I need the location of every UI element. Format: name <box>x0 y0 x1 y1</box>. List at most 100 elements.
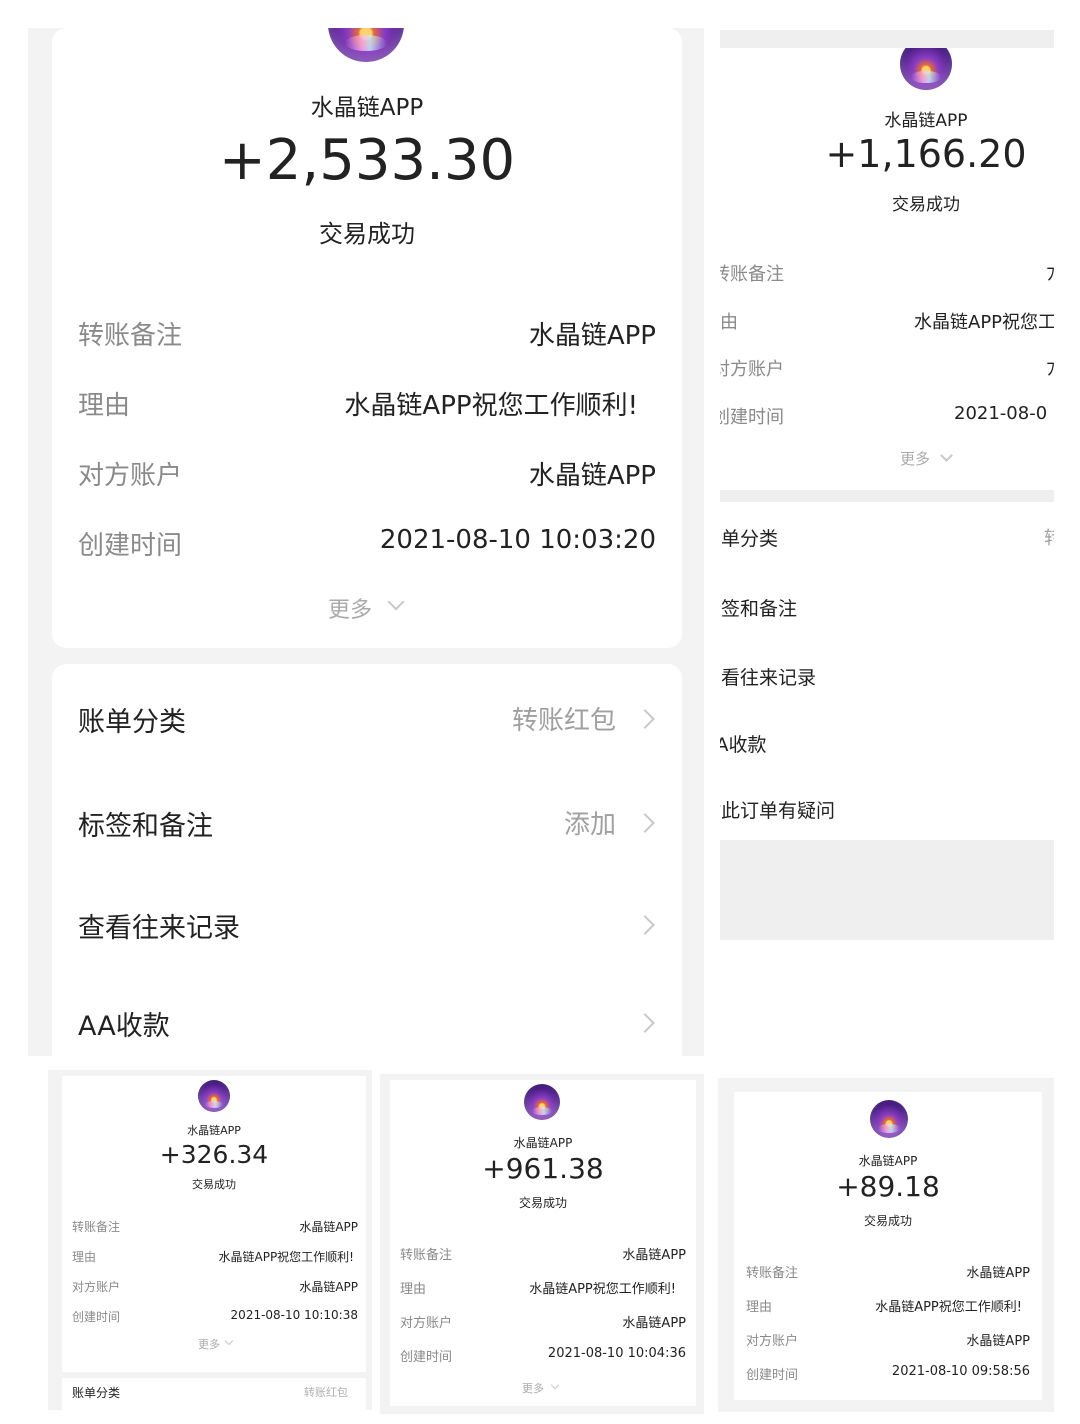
transaction-card-3: 水晶链APP +326.34 交易成功 转账备注 水晶链APP 理由 水晶链AP… <box>62 1076 366 1372</box>
row-value: ﾌ <box>1046 359 1054 380</box>
transaction-card-4: 水晶链APP +961.38 交易成功 转账备注 水晶链APP 理由 水晶链AP… <box>390 1080 696 1406</box>
row-value: 水晶链APP <box>299 1280 358 1294</box>
menu-item-bill-category[interactable]: 账单分类 转账红包 <box>62 1384 366 1404</box>
amount: +326.34 <box>159 1140 269 1169</box>
menu-item-history[interactable]: 查看往来记录 <box>720 663 1054 697</box>
menu-item-bill-category[interactable]: 账单分类 转账红包 <box>52 684 682 754</box>
menu-item-tags-notes[interactable]: 标签和备注 <box>720 594 1054 628</box>
status-text: 交易成功 <box>863 1214 912 1228</box>
row-label: 转账备注 <box>720 264 784 285</box>
row-value: 2021-08-10 10:04:36 <box>547 1346 686 1361</box>
row-label: 创建时间 <box>746 1368 799 1383</box>
more-button[interactable]: 更多 <box>196 1336 246 1354</box>
merchant-name: 水晶链APP <box>187 1124 241 1137</box>
row-label: 转账备注 <box>78 321 183 351</box>
chevron-right-icon <box>635 915 655 935</box>
row-label: 创建时间 <box>400 1350 453 1365</box>
menu-item-tags-notes[interactable]: 标签和备注 添加 <box>52 788 682 858</box>
merchant-name: 水晶链APP <box>858 1154 918 1168</box>
panel-2-bottom-area <box>720 840 1054 940</box>
amount: +2,533.30 <box>218 128 516 193</box>
more-label: 更多 <box>522 1382 544 1395</box>
status-text: 交易成功 <box>892 195 960 215</box>
row-value: 2021-08-0 <box>954 403 1048 424</box>
row-label: 对方账户 <box>720 359 784 380</box>
panel-2-top-strip <box>720 30 1054 48</box>
more-label: 更多 <box>328 598 373 623</box>
merchant-avatar-icon <box>524 1084 560 1120</box>
row-label: 转账备注 <box>746 1266 799 1281</box>
row-value: 2021-08-10 09:58:56 <box>891 1364 1030 1379</box>
merchant-name: 水晶链APP <box>884 111 968 131</box>
row-label: 转账备注 <box>72 1220 121 1234</box>
row-label: 对方账户 <box>746 1334 799 1349</box>
chevron-down-icon <box>940 449 953 462</box>
amount: +1,166.20 <box>825 132 1027 176</box>
menu-item-aa-collect[interactable]: AA收款 <box>52 988 682 1054</box>
menu-label: 对此订单有疑问 <box>720 800 836 822</box>
menu-label: 查看往来记录 <box>720 667 817 689</box>
chevron-down-icon <box>550 1380 560 1390</box>
merchant-avatar-icon <box>900 48 952 90</box>
row-value: 2021-08-10 10:03:20 <box>379 525 656 555</box>
row-label: 理由 <box>72 1250 97 1264</box>
row-value: 水晶链APP <box>622 1248 686 1263</box>
amount: +89.18 <box>836 1170 940 1203</box>
row-value: 水晶链APP祝您工作顺利! <box>218 1250 355 1264</box>
transaction-card-5: 水晶链APP +89.18 交易成功 转账备注 水晶链APP 理由 水晶链APP… <box>734 1092 1042 1400</box>
more-button[interactable]: 更多 <box>520 1380 570 1398</box>
chevron-right-icon <box>635 813 655 833</box>
status-text: 交易成功 <box>518 1196 567 1210</box>
menu-label: AA收款 <box>78 1011 170 1042</box>
menu-label: 标签和备注 <box>720 598 798 620</box>
row-value: 水晶链APP祝您工作顺利! <box>344 391 638 421</box>
row-label: 转账备注 <box>400 1248 453 1263</box>
menu-label: AA收款 <box>720 734 767 756</box>
menu-item-bill-category[interactable]: 账单分类 转 <box>720 524 1054 558</box>
row-value: 水晶链APP <box>528 461 656 491</box>
row-label: 创建时间 <box>72 1310 121 1324</box>
row-value: 水晶链APP祝您工 <box>914 312 1054 333</box>
row-value: ﾌ <box>1046 264 1054 285</box>
menu-label: 账单分类 <box>72 1386 121 1400</box>
more-label: 更多 <box>198 1338 220 1351</box>
row-label: 理由 <box>400 1282 427 1297</box>
row-label: 理由 <box>720 312 738 333</box>
menu-item-aa-collect[interactable]: AA收款 <box>720 730 1054 764</box>
amount: +961.38 <box>482 1152 604 1185</box>
row-value: 水晶链APP祝您工作顺利! <box>529 1282 676 1297</box>
row-value: 水晶链APP <box>966 1334 1030 1349</box>
menu-label: 账单分类 <box>78 707 186 738</box>
menu-value: 转账红包 <box>511 706 616 736</box>
row-label: 对方账户 <box>400 1316 453 1331</box>
more-button[interactable]: 更多 <box>896 448 966 472</box>
merchant-name: 水晶链APP <box>310 95 424 121</box>
chevron-right-icon <box>635 709 655 729</box>
menu-value: 转 <box>1044 528 1054 549</box>
row-label: 理由 <box>746 1300 773 1315</box>
row-value: 水晶链APP <box>966 1266 1030 1281</box>
menu-card-2: 账单分类 转 标签和备注 查看往来记录 AA收款 对此订单有疑问 <box>720 502 1054 838</box>
menu-item-history[interactable]: 查看往来记录 <box>52 890 682 960</box>
more-button[interactable]: 更多 <box>322 590 422 626</box>
merchant-name: 水晶链APP <box>513 1136 573 1150</box>
more-label: 更多 <box>900 450 931 468</box>
menu-item-order-question[interactable]: 对此订单有疑问 <box>720 796 1054 830</box>
transaction-card-1: 水晶链APP +2,533.30 交易成功 转账备注 水晶链APP 理由 水晶链… <box>52 28 682 648</box>
row-label: 对方账户 <box>78 461 183 491</box>
chevron-down-icon <box>224 1336 234 1346</box>
row-label: 理由 <box>78 391 131 421</box>
merchant-avatar-icon <box>198 1080 230 1112</box>
chevron-down-icon <box>387 593 405 611</box>
row-label: 创建时间 <box>78 531 183 561</box>
row-value: 2021-08-10 10:10:38 <box>230 1308 358 1322</box>
menu-label: 账单分类 <box>720 528 779 550</box>
row-value: 水晶链APP <box>299 1220 358 1234</box>
menu-card-1: 账单分类 转账红包 标签和备注 添加 查看往来记录 AA收款 <box>52 664 682 1056</box>
merchant-avatar-icon <box>870 1100 908 1138</box>
menu-label: 查看往来记录 <box>78 913 240 944</box>
transaction-card-2: 水晶链APP +1,166.20 交易成功 转账备注 ﾌ 理由 水晶链APP祝您… <box>720 48 1054 488</box>
menu-label: 标签和备注 <box>78 811 213 842</box>
status-text: 交易成功 <box>192 1178 236 1191</box>
row-label: 对方账户 <box>72 1280 121 1294</box>
